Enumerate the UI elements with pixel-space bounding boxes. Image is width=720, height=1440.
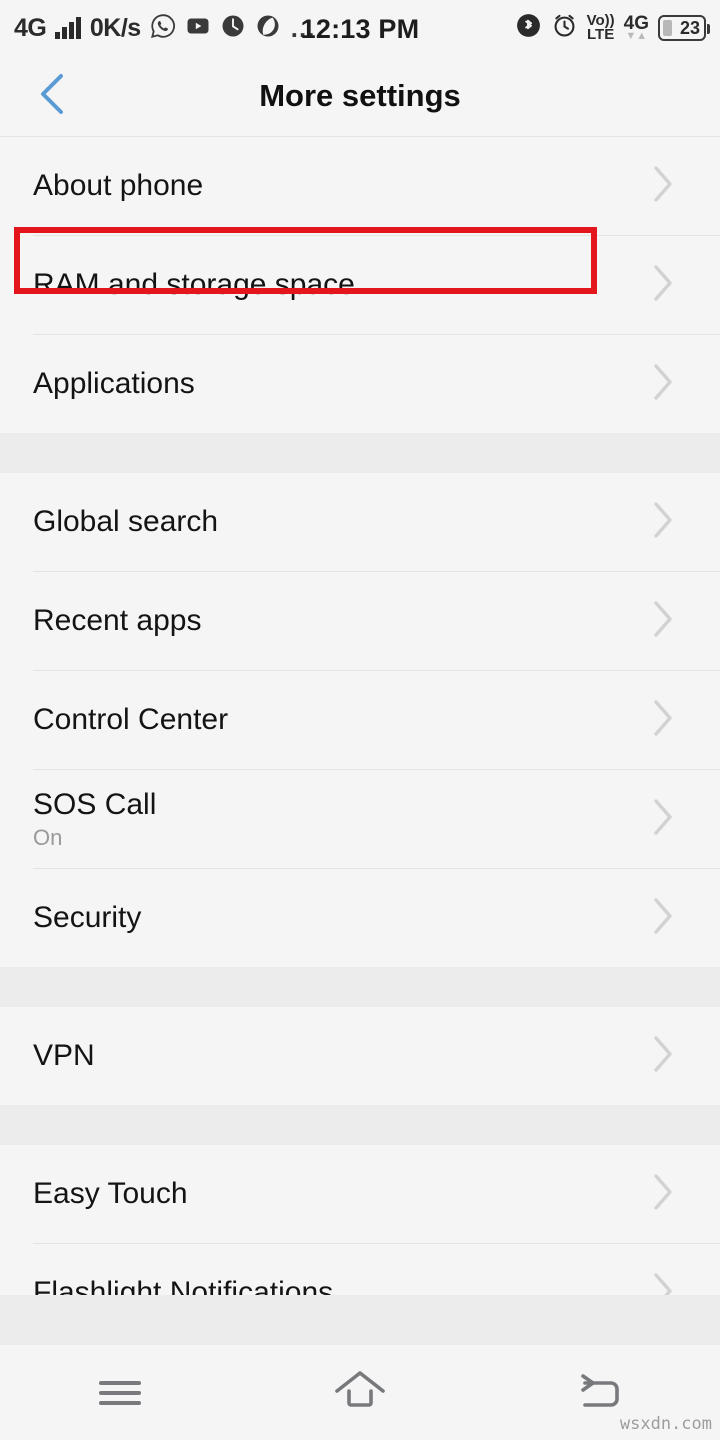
settings-list: About phone RAM and storage space Applic…: [0, 136, 720, 1342]
list-item-title: SOS Call: [33, 788, 650, 822]
battery-percent-label: 23: [680, 19, 700, 37]
status-bar-clock: 12:13 PM: [301, 14, 420, 45]
battery-icon: 23: [658, 15, 706, 41]
status-bar-left: 4G 0K/s …: [14, 13, 318, 44]
volte-bottom-label: LTE: [587, 28, 614, 42]
list-item-title: About phone: [33, 169, 650, 203]
list-item-title: Global search: [33, 505, 650, 539]
settings-section: Global search Recent apps Control Center: [0, 473, 720, 967]
battery-fill: [663, 20, 672, 36]
list-item-subtitle: On: [33, 826, 650, 850]
list-item-title: Easy Touch: [33, 1177, 650, 1211]
list-item-recent-apps[interactable]: Recent apps: [0, 572, 720, 670]
whatsapp-icon: [150, 13, 176, 44]
list-item-applications[interactable]: Applications: [0, 335, 720, 433]
volte-icon: Vo)) LTE: [587, 14, 615, 43]
hamburger-menu-icon: [99, 1375, 141, 1411]
nav-menu-button[interactable]: [45, 1345, 195, 1440]
list-item-title: RAM and storage space: [33, 268, 650, 302]
chevron-left-icon: [33, 70, 73, 123]
list-item-title: Security: [33, 901, 650, 935]
navbar-top-gap: [0, 1295, 720, 1345]
status-bar-right: Vo)) LTE 4G ▼▲ 23: [515, 0, 706, 56]
opera-icon: [255, 13, 281, 44]
chevron-right-icon: [650, 262, 676, 309]
list-item-global-search[interactable]: Global search: [0, 473, 720, 571]
chevron-right-icon: [650, 1033, 676, 1080]
status-bar: 4G 0K/s … 12:13 PM Vo)) LTE 4G ▼▲: [0, 0, 720, 56]
list-item-sos-call[interactable]: SOS Call On: [0, 770, 720, 868]
signal-strength-icon: [55, 17, 81, 39]
chevron-right-icon: [650, 499, 676, 546]
chevron-right-icon: [650, 697, 676, 744]
section-gap: [0, 1105, 720, 1145]
chevron-right-icon: [650, 163, 676, 210]
chevron-right-icon: [650, 1171, 676, 1218]
page-title: More settings: [0, 78, 720, 114]
list-item-title: Control Center: [33, 703, 650, 737]
list-item-title: Applications: [33, 367, 650, 401]
settings-section: VPN: [0, 1007, 720, 1105]
system-navigation-bar: [0, 1345, 720, 1440]
chevron-right-icon: [650, 598, 676, 645]
list-item-security[interactable]: Security: [0, 869, 720, 967]
chevron-right-icon: [650, 895, 676, 942]
data-rate-label: 0K/s: [90, 16, 141, 41]
nav-home-button[interactable]: [285, 1345, 435, 1440]
chevron-right-icon: [650, 796, 676, 843]
home-icon: [331, 1367, 389, 1418]
list-item-vpn[interactable]: VPN: [0, 1007, 720, 1105]
data-activity-arrows-icon: ▼▲: [625, 32, 647, 42]
list-item-ram-and-storage-space[interactable]: RAM and storage space: [0, 236, 720, 334]
bluetooth-icon: [515, 12, 542, 44]
youtube-icon: [185, 13, 211, 44]
list-item-title: Recent apps: [33, 604, 650, 638]
chevron-right-icon: [650, 361, 676, 408]
list-item-title: VPN: [33, 1039, 650, 1073]
network-indicator-right: 4G ▼▲: [624, 15, 649, 42]
section-gap: [0, 967, 720, 1007]
clock-app-icon: [220, 13, 246, 44]
list-item-easy-touch[interactable]: Easy Touch: [0, 1145, 720, 1243]
settings-section: About phone RAM and storage space Applic…: [0, 137, 720, 433]
list-item-about-phone[interactable]: About phone: [0, 137, 720, 235]
alarm-icon: [551, 12, 578, 44]
back-arrow-icon: [575, 1367, 625, 1418]
page-header: More settings: [0, 56, 720, 136]
list-item-control-center[interactable]: Control Center: [0, 671, 720, 769]
network-type-label: 4G: [14, 16, 46, 41]
watermark-label: wsxdn.com: [620, 1414, 712, 1434]
back-button[interactable]: [18, 56, 88, 136]
section-gap: [0, 433, 720, 473]
